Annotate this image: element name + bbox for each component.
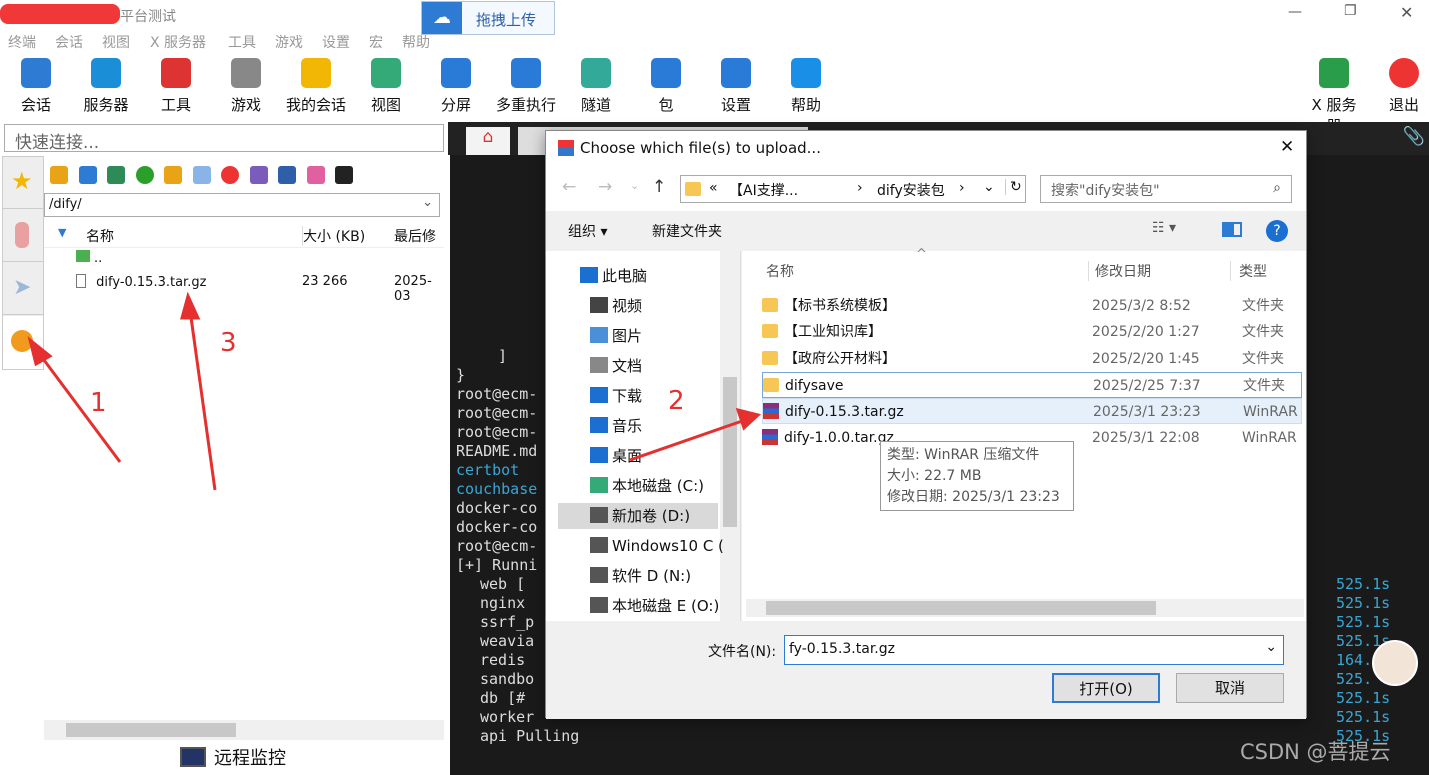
annotation-1: 1 <box>90 388 107 418</box>
arrow-1 <box>36 351 122 463</box>
arrow-3-head <box>180 291 201 320</box>
annotation-arrows <box>27 291 762 491</box>
annotation-2: 2 <box>668 386 685 416</box>
watermark: CSDN @菩提云 <box>1240 740 1391 764</box>
arrow-2-head <box>735 407 762 431</box>
annotation-3: 3 <box>220 328 237 358</box>
arrow-1-head <box>27 336 53 367</box>
arrow-2 <box>629 418 746 462</box>
avatar[interactable] <box>1372 640 1418 686</box>
arrow-3 <box>188 309 217 491</box>
